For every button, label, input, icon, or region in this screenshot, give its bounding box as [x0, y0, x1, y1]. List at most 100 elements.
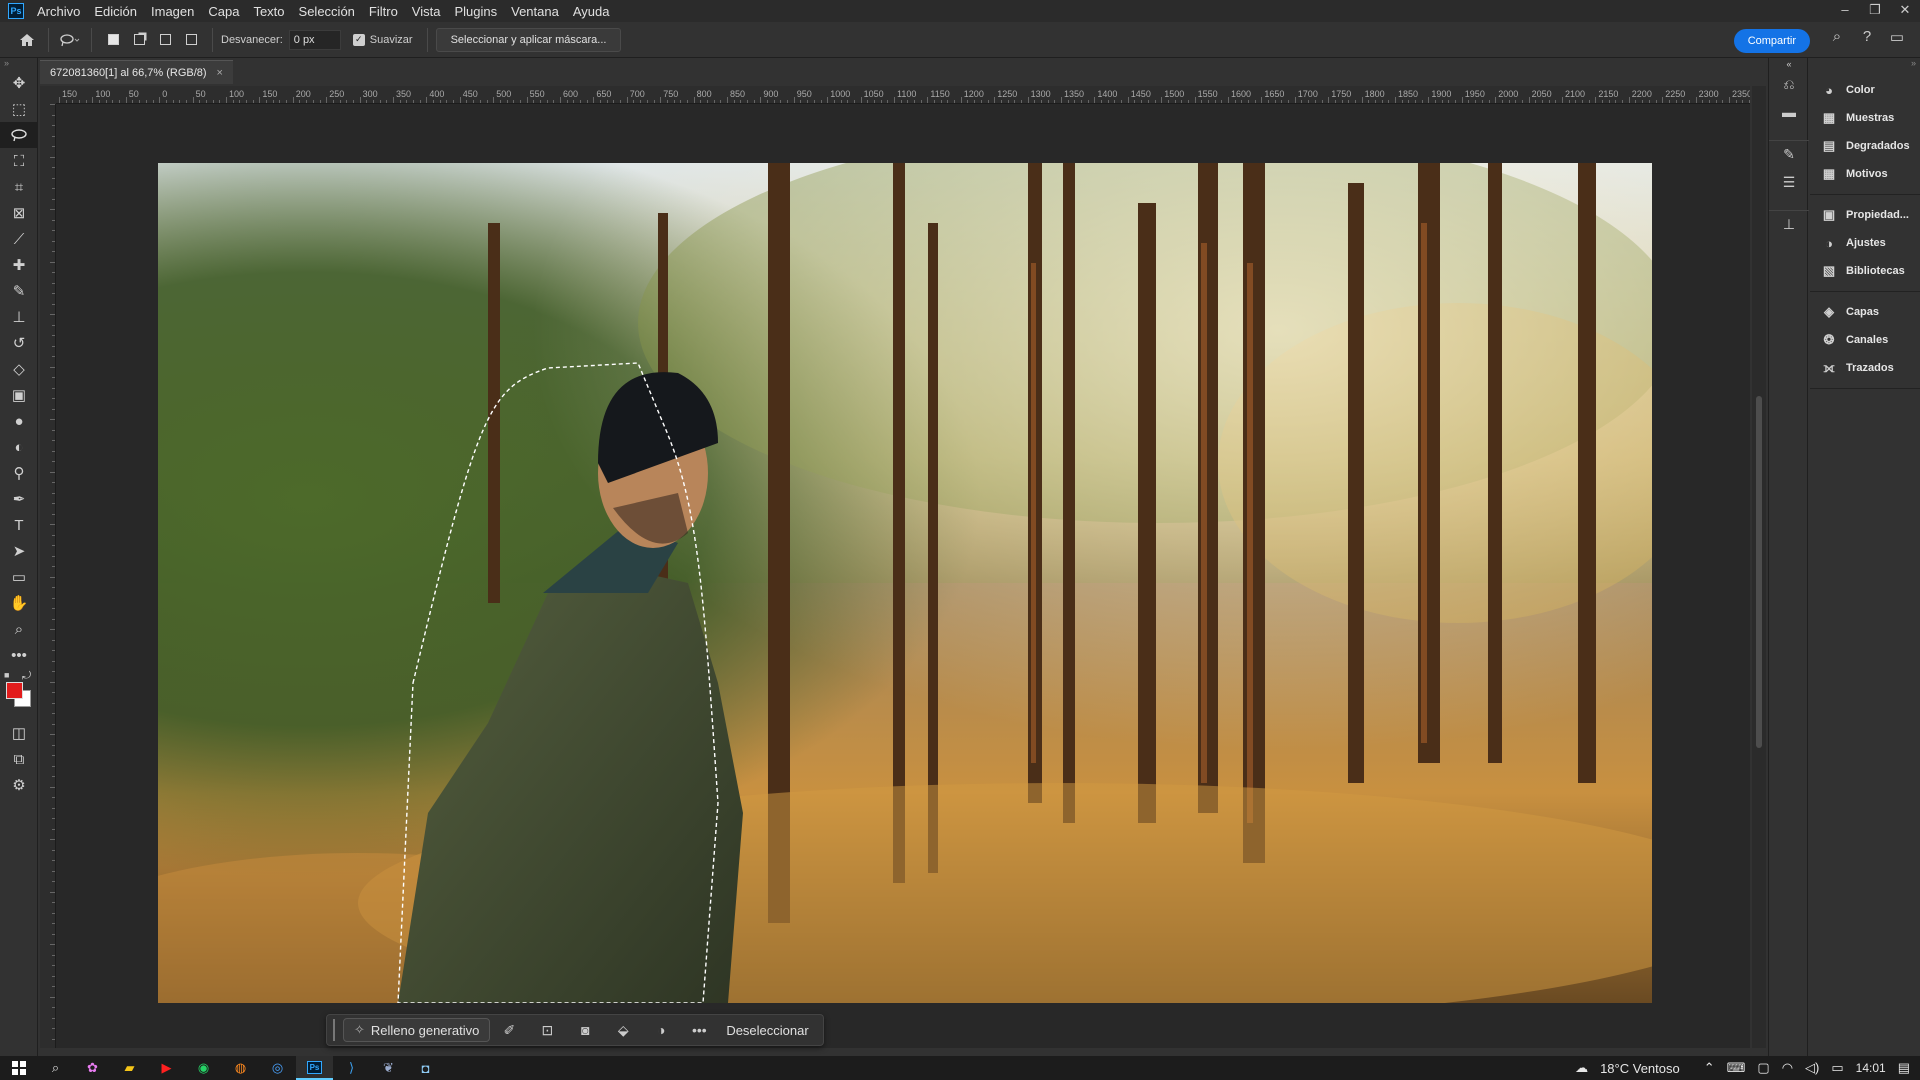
zoom-lens-tool-icon[interactable]: ⚲ — [0, 460, 38, 486]
type-tool-icon[interactable]: T — [0, 512, 38, 538]
quick-mask-icon[interactable]: ◫ — [0, 720, 38, 746]
more-tools-icon[interactable]: ••• — [0, 642, 38, 668]
lasso-preset-icon[interactable] — [57, 27, 83, 53]
collapse-panels-icon[interactable]: « — [1769, 58, 1809, 70]
menu-archivo[interactable]: Archivo — [30, 4, 87, 19]
panel-patterns[interactable]: ▦ Motivos — [1810, 160, 1920, 188]
rectangle-tool-icon[interactable]: ▭ — [0, 564, 38, 590]
panel-libraries[interactable]: ▧ Bibliotecas — [1810, 257, 1920, 285]
gradient-tool-icon[interactable]: ▣ — [0, 382, 38, 408]
select-and-mask-button[interactable]: Seleccionar y aplicar máscara... — [435, 27, 622, 52]
antialias-checkbox[interactable]: ✓ — [352, 33, 365, 46]
minimize-button[interactable]: – — [1830, 0, 1860, 22]
menu-imagen[interactable]: Imagen — [144, 4, 201, 19]
zoom-tool-icon[interactable]: ⌕ — [0, 616, 38, 642]
panel-gradients[interactable]: ▤ Degradados — [1810, 132, 1920, 160]
menu-filtro[interactable]: Filtro — [362, 4, 405, 19]
panel-adjustments[interactable]: ◑ Ajustes — [1810, 229, 1920, 257]
subtract-selection-mode-button[interactable] — [154, 29, 176, 51]
brush-tool-icon[interactable]: ✎ — [0, 278, 38, 304]
feather-input[interactable] — [288, 29, 341, 50]
generative-fill-button[interactable]: ✧ Relleno generativo — [343, 1018, 491, 1042]
menu-seleccion[interactable]: Selección — [292, 4, 362, 19]
wifi-icon[interactable]: ◠ — [1782, 1060, 1793, 1076]
camera-app-icon[interactable]: ◘ — [407, 1056, 444, 1080]
restore-button[interactable]: ❐ — [1860, 0, 1890, 22]
clone-source-icon[interactable]: ⊥ — [1769, 210, 1809, 238]
app-pinwheel-icon[interactable]: ✿ — [74, 1056, 111, 1080]
modify-selection-icon[interactable]: ✐ — [490, 1022, 528, 1039]
forest-man-photo[interactable] — [158, 163, 1652, 1003]
panel-properties[interactable]: ▣ Propiedad... — [1810, 201, 1920, 229]
frame-tool-icon[interactable]: ⊠ — [0, 200, 38, 226]
clock[interactable]: 14:01 — [1856, 1061, 1886, 1075]
start-icon[interactable] — [0, 1056, 37, 1080]
transform-selection-icon[interactable]: ⊡ — [528, 1022, 566, 1039]
collapse-chevron-icon[interactable]: » — [0, 58, 37, 70]
foreground-color-swatch[interactable] — [6, 682, 23, 699]
firefox-icon[interactable]: ◍ — [222, 1056, 259, 1080]
intersect-selection-mode-button[interactable] — [180, 29, 202, 51]
screen-mode-icon[interactable]: ⧉ — [0, 746, 38, 772]
whatsapp-icon[interactable]: ◉ — [185, 1056, 222, 1080]
vertical-scrollbar[interactable] — [1752, 86, 1766, 1048]
comments-icon[interactable]: ▬ — [1769, 98, 1809, 126]
adjustment-layer-icon[interactable]: ◑ — [642, 1022, 680, 1038]
weather-text[interactable]: 18°C Ventoso — [1600, 1061, 1680, 1076]
object-selection-tool-icon[interactable]: ⛶ — [0, 148, 38, 174]
healing-brush-tool-icon[interactable]: ✚ — [0, 252, 38, 278]
volume-icon[interactable]: ◁) — [1805, 1060, 1819, 1076]
blur-tool-icon[interactable]: ● — [0, 408, 38, 434]
more-options-icon[interactable]: ••• — [680, 1022, 718, 1038]
vscode-icon[interactable]: ⟩ — [333, 1056, 370, 1080]
chrome-icon[interactable]: ◎ — [259, 1056, 296, 1080]
close-window-button[interactable]: ✕ — [1890, 0, 1920, 22]
file-explorer-icon[interactable]: ▰ — [111, 1056, 148, 1080]
crop-tool-icon[interactable]: ⌗ — [0, 174, 38, 200]
notifications-icon[interactable]: ▤ — [1898, 1060, 1910, 1076]
panel-paths[interactable]: ⟗ Trazados — [1810, 354, 1920, 382]
default-colors-icon[interactable]: ■ — [4, 670, 9, 680]
clone-stamp-tool-icon[interactable]: ⊥ — [0, 304, 38, 330]
path-selection-tool-icon[interactable]: ➤ — [0, 538, 38, 564]
new-selection-mode-button[interactable] — [102, 29, 124, 51]
collapse-dock-icon[interactable]: » — [1810, 58, 1920, 70]
search-taskbar-icon[interactable]: ⌕ — [37, 1056, 74, 1080]
history-brush-tool-icon[interactable]: ↺ — [0, 330, 38, 356]
home-icon[interactable] — [14, 27, 40, 53]
dodge-tool-icon[interactable]: ◐ — [0, 434, 38, 460]
menu-edicion[interactable]: Edición — [87, 4, 144, 19]
swap-colors-icon[interactable]: ⤾ — [22, 670, 31, 683]
menu-ventana[interactable]: Ventana — [504, 4, 566, 19]
pen-tool-icon[interactable]: ✒ — [0, 486, 38, 512]
add-selection-mode-button[interactable] — [128, 29, 150, 51]
menu-ayuda[interactable]: Ayuda — [566, 4, 617, 19]
panel-color[interactable]: ◕ Color — [1810, 76, 1920, 104]
menu-plugins[interactable]: Plugins — [447, 4, 504, 19]
drag-handle[interactable] — [333, 1019, 335, 1041]
scrollbar-thumb[interactable] — [1756, 396, 1762, 748]
mask-icon[interactable]: ◙ — [566, 1022, 604, 1038]
display-icon[interactable]: ▢ — [1757, 1060, 1769, 1076]
history-icon[interactable]: ⎌ — [1769, 70, 1809, 98]
share-button[interactable]: Compartir — [1733, 29, 1810, 53]
panel-channels[interactable]: ❂ Canales — [1810, 326, 1920, 354]
photoshop-taskbar-icon[interactable]: Ps — [296, 1056, 333, 1080]
hand-tool-icon[interactable]: ✋ — [0, 590, 38, 616]
eraser-tool-icon[interactable]: ◇ — [0, 356, 38, 382]
edit-toolbar-icon[interactable]: ⚙ — [0, 772, 38, 798]
weather-icon[interactable]: ☁ — [1575, 1060, 1588, 1076]
help-icon[interactable]: ? — [1852, 28, 1882, 46]
brush-settings-icon[interactable]: ✎ — [1769, 140, 1809, 168]
adjust-sliders-icon[interactable]: ☰ — [1769, 168, 1809, 196]
deselect-button[interactable]: Deseleccionar — [718, 1023, 816, 1038]
panel-swatches[interactable]: ▦ Muestras — [1810, 104, 1920, 132]
tray-chevron-icon[interactable]: ⌃ — [1704, 1060, 1715, 1076]
search-icon[interactable]: ⌕ — [1822, 28, 1852, 46]
workspace-icon[interactable]: ▭ — [1882, 28, 1912, 46]
eyedropper-tool-icon[interactable]: ⟋ — [0, 226, 38, 252]
keyboard-icon[interactable]: ▭ — [1831, 1060, 1843, 1076]
panel-layers[interactable]: ◈ Capas — [1810, 298, 1920, 326]
move-tool-icon[interactable]: ✥ — [0, 70, 38, 96]
language-icon[interactable]: ⌨ — [1727, 1060, 1746, 1076]
